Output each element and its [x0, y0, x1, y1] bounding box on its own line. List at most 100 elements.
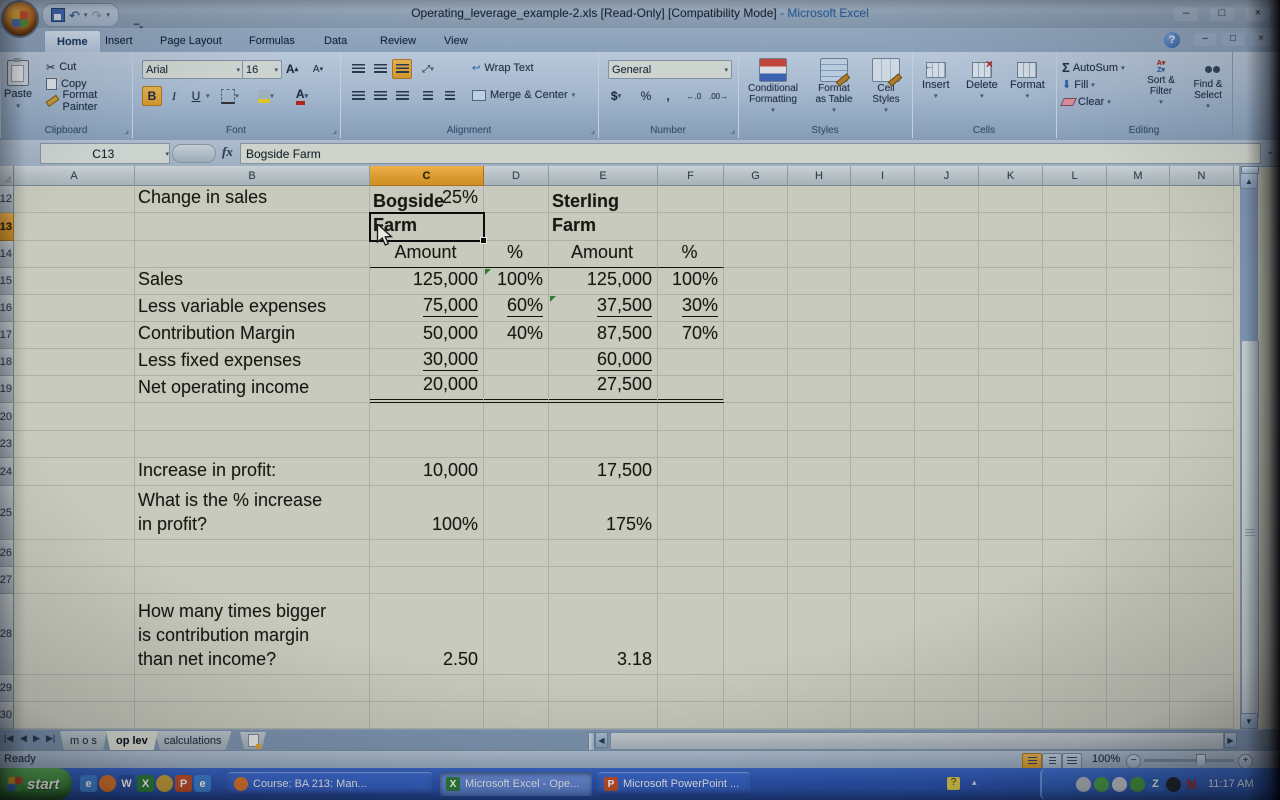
- cell-M13[interactable]: [1107, 213, 1170, 241]
- underline-button[interactable]: U: [186, 86, 206, 106]
- cell-G14[interactable]: [724, 241, 788, 268]
- formula-input[interactable]: Bogside Farm: [240, 143, 1261, 164]
- format-as-table-button[interactable]: Format as Table▾: [808, 58, 860, 114]
- underline-dropdown-icon[interactable]: ▾: [206, 92, 210, 100]
- cell-G23[interactable]: [724, 431, 788, 458]
- cell-G28[interactable]: [724, 594, 788, 675]
- find-select-button[interactable]: Find & Select▾: [1186, 60, 1230, 110]
- cell-G30[interactable]: [724, 702, 788, 729]
- italic-button[interactable]: I: [164, 86, 184, 106]
- cell-D30[interactable]: [484, 702, 549, 729]
- cell-I25[interactable]: [851, 486, 915, 540]
- cell-M18[interactable]: [1107, 349, 1170, 376]
- resize-grip[interactable]: [1262, 734, 1276, 746]
- cell-E16[interactable]: 37,500: [549, 295, 658, 322]
- align-top-button[interactable]: [348, 59, 368, 79]
- last-sheet-icon[interactable]: ▶|: [46, 733, 55, 744]
- cell-N24[interactable]: [1170, 458, 1234, 486]
- cell-L30[interactable]: [1043, 702, 1107, 729]
- name-box[interactable]: C13▾: [40, 143, 170, 164]
- tray-icon-7[interactable]: N: [1184, 777, 1199, 792]
- cell-N20[interactable]: [1170, 403, 1234, 431]
- cell-D16[interactable]: 60%: [484, 295, 549, 322]
- cell-K13[interactable]: [979, 213, 1043, 241]
- cell-F26[interactable]: [658, 540, 724, 567]
- cell-B12[interactable]: Change in sales: [135, 186, 370, 213]
- cell-J16[interactable]: [915, 295, 979, 322]
- cell-H24[interactable]: [788, 458, 851, 486]
- fill-button[interactable]: ⬇Fill▾: [1062, 77, 1125, 92]
- cell-H15[interactable]: [788, 268, 851, 295]
- cell-A19[interactable]: [14, 376, 135, 403]
- cell-B19[interactable]: Net operating income: [135, 376, 370, 403]
- bold-button[interactable]: B: [142, 86, 162, 106]
- cell-D27[interactable]: [484, 567, 549, 594]
- cell-D28[interactable]: [484, 594, 549, 675]
- cell-D24[interactable]: [484, 458, 549, 486]
- cell-B13[interactable]: [135, 213, 370, 241]
- cell-F30[interactable]: [658, 702, 724, 729]
- decrease-indent-button[interactable]: [418, 86, 438, 106]
- cell-A12[interactable]: [14, 186, 135, 213]
- tab-insert[interactable]: Insert: [93, 30, 145, 52]
- cell-D14[interactable]: %: [484, 241, 549, 268]
- tab-page-layout[interactable]: Page Layout: [148, 30, 234, 52]
- office-button[interactable]: [3, 2, 37, 36]
- borders-button[interactable]: ▾: [220, 86, 240, 106]
- cell-H16[interactable]: [788, 295, 851, 322]
- cell-H27[interactable]: [788, 567, 851, 594]
- cell-M12[interactable]: [1107, 186, 1170, 213]
- cell-B28[interactable]: How many times bigger is contribution ma…: [135, 594, 370, 675]
- cell-N12[interactable]: [1170, 186, 1234, 213]
- cell-G25[interactable]: [724, 486, 788, 540]
- cell-J30[interactable]: [915, 702, 979, 729]
- cell-C16[interactable]: 75,000: [370, 295, 484, 322]
- cell-M19[interactable]: [1107, 376, 1170, 403]
- increase-indent-button[interactable]: [440, 86, 460, 106]
- workbook-close-button[interactable]: ×: [1250, 33, 1272, 46]
- col-header-E[interactable]: E: [549, 166, 658, 186]
- show-hidden-icons-chevron[interactable]: ▴: [972, 777, 977, 788]
- font-size-combo[interactable]: 16▾: [242, 60, 282, 79]
- row-header-28[interactable]: 28: [0, 594, 14, 675]
- keys-icon[interactable]: [156, 775, 173, 792]
- cell-I29[interactable]: [851, 675, 915, 702]
- cell-L24[interactable]: [1043, 458, 1107, 486]
- col-header-F[interactable]: F: [658, 166, 724, 186]
- cell-E26[interactable]: [549, 540, 658, 567]
- cell-M28[interactable]: [1107, 594, 1170, 675]
- cell-K27[interactable]: [979, 567, 1043, 594]
- cell-N13[interactable]: [1170, 213, 1234, 241]
- zoom-in-icon[interactable]: +: [1238, 754, 1253, 769]
- page-break-view-button[interactable]: [1062, 753, 1082, 769]
- cell-B15[interactable]: Sales: [135, 268, 370, 295]
- cell-D17[interactable]: 40%: [484, 322, 549, 349]
- cell-B25[interactable]: What is the % increase in profit?: [135, 486, 370, 540]
- clipboard-dialog-launcher-icon[interactable]: ⌟: [125, 125, 129, 136]
- clear-button[interactable]: Clear▾: [1062, 94, 1125, 109]
- cell-E20[interactable]: [549, 403, 658, 431]
- cell-G15[interactable]: [724, 268, 788, 295]
- alignment-dialog-launcher-icon[interactable]: ⌟: [591, 125, 595, 136]
- cell-L26[interactable]: [1043, 540, 1107, 567]
- cell-N16[interactable]: [1170, 295, 1234, 322]
- col-header-J[interactable]: J: [915, 166, 979, 186]
- cell-J23[interactable]: [915, 431, 979, 458]
- row-header-19[interactable]: 19: [0, 376, 14, 403]
- start-button[interactable]: start: [0, 768, 72, 800]
- cell-J27[interactable]: [915, 567, 979, 594]
- cell-A29[interactable]: [14, 675, 135, 702]
- cell-K24[interactable]: [979, 458, 1043, 486]
- tab-data[interactable]: Data: [312, 30, 359, 52]
- cell-D19[interactable]: [484, 376, 549, 403]
- cell-I23[interactable]: [851, 431, 915, 458]
- cell-F28[interactable]: [658, 594, 724, 675]
- normal-view-button[interactable]: [1022, 753, 1042, 769]
- cell-H30[interactable]: [788, 702, 851, 729]
- cell-J13[interactable]: [915, 213, 979, 241]
- cell-J12[interactable]: [915, 186, 979, 213]
- cell-K20[interactable]: [979, 403, 1043, 431]
- cell-B14[interactable]: [135, 241, 370, 268]
- tray-icon-6[interactable]: [1166, 777, 1181, 792]
- col-header-K[interactable]: K: [979, 166, 1043, 186]
